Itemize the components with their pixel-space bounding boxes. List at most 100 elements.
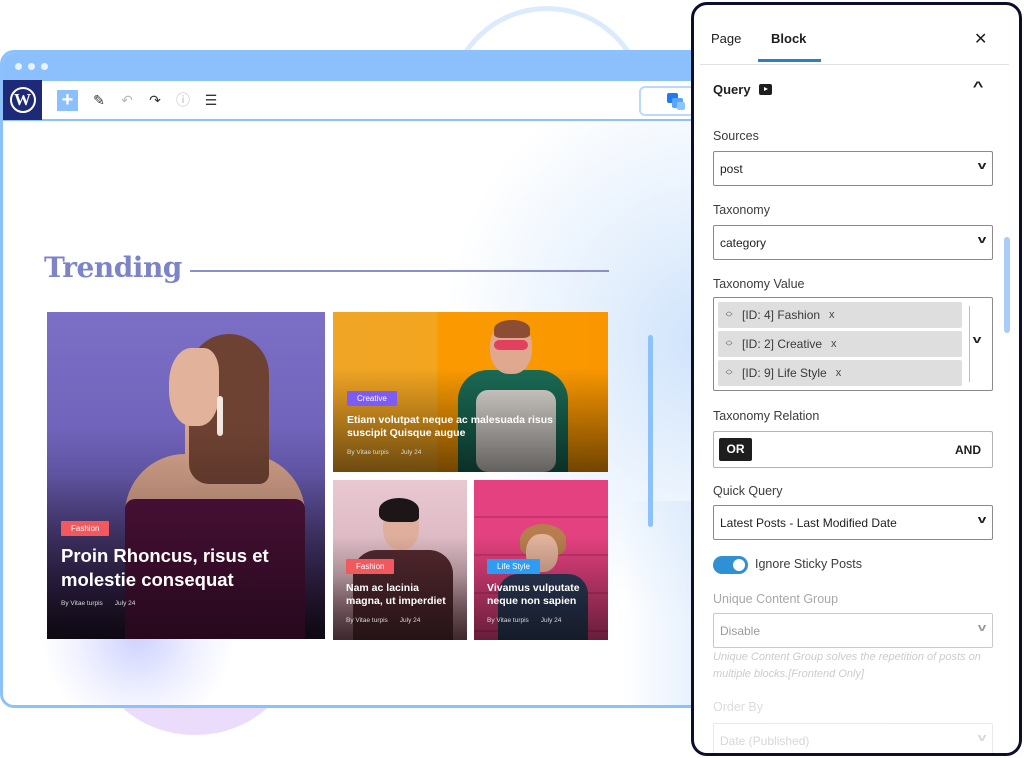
taxonomy-value: category: [720, 236, 767, 250]
editor-window: W + ✎ ↶ ↷ ⓘ ☰ Trending Fashion Proin Rho…: [0, 50, 720, 708]
post-meta: By Vitae turpis July 24: [346, 617, 453, 624]
post-author[interactable]: By Vitae turpis: [61, 600, 103, 607]
window-titlebar: [3, 53, 717, 81]
chevron-down-icon[interactable]: v: [973, 334, 982, 346]
reorder-handle[interactable]: ︿ ﹀: [720, 366, 738, 380]
post-meta: By Vitae turpis July 24: [61, 600, 311, 607]
chevron-up-icon[interactable]: ^: [973, 78, 984, 94]
post-author[interactable]: By Vitae turpis: [346, 617, 388, 624]
undo-icon[interactable]: ↶: [120, 92, 134, 109]
post-card[interactable]: Life Style Vivamus vulputate neque non s…: [474, 480, 608, 640]
order-by-select[interactable]: Date (Published) v: [713, 723, 993, 753]
add-block-button[interactable]: +: [57, 89, 78, 111]
editor-scrollbar[interactable]: [648, 335, 653, 527]
order-by-value: Date (Published): [720, 734, 810, 748]
post-meta: By Vitae turpis July 24: [487, 617, 594, 624]
tag-label: [ID: 4] Fashion: [742, 308, 821, 322]
post-title[interactable]: Etiam volutpat neque ac malesuada risus …: [347, 414, 594, 441]
ignore-sticky-toggle[interactable]: [713, 556, 748, 574]
taxonomy-select[interactable]: category v: [713, 225, 993, 260]
post-title[interactable]: Vivamus vulputate neque non sapien: [487, 582, 594, 609]
taxonomy-value-multiselect[interactable]: ︿ ﹀ [ID: 4] Fashion x ︿ ﹀ [ID: 2] Creative…: [713, 297, 993, 391]
post-date: July 24: [399, 617, 421, 624]
taxonomy-value-label: Taxonomy Value: [713, 277, 805, 291]
dropdown-separator: [969, 306, 970, 382]
panel-scrollbar[interactable]: [1004, 237, 1010, 333]
sources-select[interactable]: post v: [713, 151, 993, 186]
section-title: Trending: [44, 251, 182, 284]
remove-tag-icon[interactable]: x: [831, 338, 837, 350]
section-heading: Trending: [44, 251, 609, 284]
tabs-divider: [700, 64, 1009, 65]
order-by-label: Order By: [713, 700, 764, 714]
post-title[interactable]: Nam ac lacinia magna, ut imperdiet: [346, 582, 453, 609]
post-date: July 24: [400, 449, 422, 456]
post-card[interactable]: Fashion Proin Rhoncus, risus et molestie…: [47, 312, 325, 639]
taxonomy-tag[interactable]: ︿ ﹀ [ID: 9] Life Style x: [718, 360, 962, 386]
post-card[interactable]: Creative Etiam volutpat neque ac malesua…: [333, 312, 608, 472]
unique-content-help-text: Unique Content Group solves the repetiti…: [713, 651, 981, 680]
taxonomy-label: Taxonomy: [713, 203, 770, 217]
window-dot[interactable]: [28, 63, 35, 70]
window-dot[interactable]: [41, 63, 48, 70]
tab-page[interactable]: Page: [711, 31, 741, 46]
remove-tag-icon[interactable]: x: [829, 309, 835, 321]
video-tutorial-icon[interactable]: [758, 84, 772, 95]
panel-tabs: Page Block ✕: [694, 5, 1019, 65]
unique-content-group-value: Disable: [720, 624, 761, 638]
unique-content-group-select[interactable]: Disable v: [713, 613, 993, 648]
active-tab-indicator: [758, 59, 821, 62]
sources-label: Sources: [713, 129, 759, 143]
query-section-header[interactable]: Query: [713, 82, 772, 97]
category-badge[interactable]: Creative: [347, 390, 397, 406]
post-date: July 24: [114, 600, 136, 607]
heading-divider: [189, 269, 609, 272]
quick-query-select[interactable]: Latest Posts - Last Modified Date v: [713, 505, 993, 540]
redo-icon[interactable]: ↷: [148, 92, 162, 109]
taxonomy-relation-toggle: OR AND: [713, 431, 993, 468]
chevron-down-icon: v: [977, 732, 987, 744]
blocks-icon: [667, 93, 687, 111]
sources-value: post: [720, 162, 743, 176]
tab-block[interactable]: Block: [771, 31, 806, 46]
editor-canvas: Trending Fashion Proin Rhoncus, risus et…: [3, 121, 717, 705]
relation-and-button[interactable]: AND: [955, 443, 981, 457]
post-author[interactable]: By Vitae turpis: [347, 449, 389, 456]
taxonomy-tag[interactable]: ︿ ﹀ [ID: 2] Creative x: [718, 331, 962, 357]
close-icon[interactable]: ✕: [974, 29, 987, 49]
remove-tag-icon[interactable]: x: [836, 367, 842, 379]
block-settings-panel: Page Block ✕ Query ^ Sources post v Taxo…: [691, 2, 1022, 756]
post-title[interactable]: Proin Rhoncus, risus et molestie consequ…: [61, 544, 311, 592]
relation-or-button[interactable]: OR: [719, 438, 752, 461]
tag-label: [ID: 9] Life Style: [742, 366, 827, 380]
taxonomy-tag[interactable]: ︿ ﹀ [ID: 4] Fashion x: [718, 302, 962, 328]
pencil-icon[interactable]: ✎: [92, 92, 106, 109]
quick-query-value: Latest Posts - Last Modified Date: [720, 516, 897, 530]
chevron-down-icon: v: [977, 234, 987, 246]
reorder-handle[interactable]: ︿ ﹀: [720, 308, 738, 322]
window-controls: [15, 63, 48, 70]
category-badge[interactable]: Fashion: [346, 558, 395, 574]
list-view-icon[interactable]: ☰: [204, 92, 218, 109]
info-icon[interactable]: ⓘ: [176, 90, 190, 110]
post-author[interactable]: By Vitae turpis: [487, 617, 529, 624]
category-badge[interactable]: Fashion: [61, 520, 110, 536]
ignore-sticky-label: Ignore Sticky Posts: [755, 557, 862, 571]
unique-content-group-label: Unique Content Group: [713, 592, 839, 606]
post-meta: By Vitae turpis July 24: [347, 449, 594, 456]
query-section-title: Query: [713, 82, 751, 97]
post-card[interactable]: Fashion Nam ac lacinia magna, ut imperdi…: [333, 480, 467, 640]
reorder-handle[interactable]: ︿ ﹀: [720, 337, 738, 351]
editor-toolbar: W + ✎ ↶ ↷ ⓘ ☰: [3, 80, 717, 121]
chevron-down-icon: v: [977, 622, 987, 634]
chevron-down-icon: v: [977, 514, 987, 526]
post-date: July 24: [540, 617, 562, 624]
chevron-down-icon: v: [977, 160, 987, 172]
stage: W + ✎ ↶ ↷ ⓘ ☰ Trending Fashion Proin Rho…: [0, 0, 1024, 758]
wordpress-icon: W: [9, 87, 36, 113]
category-badge[interactable]: Life Style: [487, 558, 540, 574]
quick-query-label: Quick Query: [713, 484, 783, 498]
wordpress-logo[interactable]: W: [3, 80, 42, 120]
tag-label: [ID: 2] Creative: [742, 337, 823, 351]
window-dot[interactable]: [15, 63, 22, 70]
